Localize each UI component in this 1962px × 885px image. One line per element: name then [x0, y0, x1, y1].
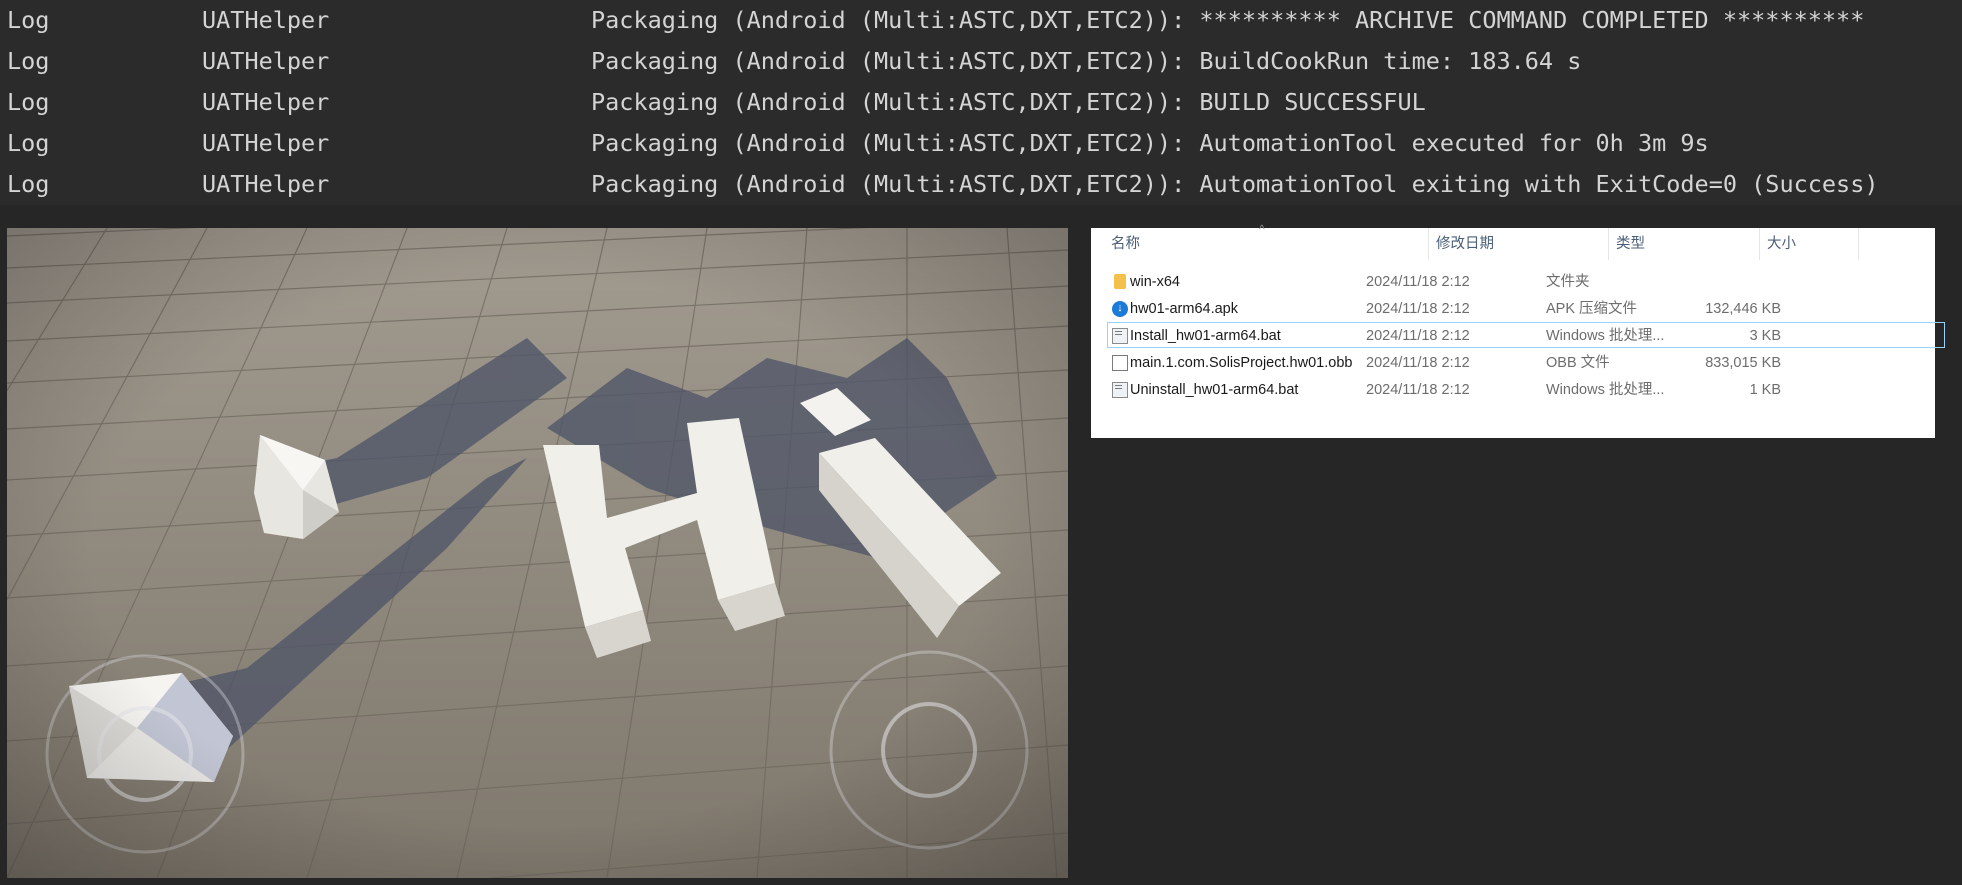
- log-message: Packaging (Android (Multi:ASTC,DXT,ETC2)…: [591, 88, 1426, 116]
- file-modified: 2024/11/18 2:12: [1366, 328, 1470, 344]
- file-size: 833,015 KB: [1705, 355, 1781, 371]
- log-row[interactable]: Log UATHelper Packaging (Android (Multi:…: [0, 41, 1962, 82]
- file-name: main.1.com.SolisProject.hw01.obb: [1130, 355, 1353, 371]
- column-modified[interactable]: 修改日期: [1436, 228, 1494, 260]
- log-message: Packaging (Android (Multi:ASTC,DXT,ETC2)…: [591, 170, 1879, 198]
- file-name: win-x64: [1130, 274, 1180, 290]
- log-message: Packaging (Android (Multi:ASTC,DXT,ETC2)…: [591, 47, 1582, 75]
- file-modified: 2024/11/18 2:12: [1366, 301, 1470, 317]
- file-size: 3 KB: [1749, 328, 1781, 344]
- apk-icon: ↓: [1112, 301, 1128, 317]
- scene-render: [7, 228, 1068, 878]
- log-row[interactable]: Log UATHelper Packaging (Android (Multi:…: [0, 82, 1962, 123]
- log-row[interactable]: Log UATHelper Packaging (Android (Multi:…: [0, 0, 1962, 41]
- column-type[interactable]: 类型: [1616, 228, 1645, 260]
- file-size: 132,446 KB: [1705, 301, 1781, 317]
- log-verbosity: Log: [7, 170, 50, 198]
- log-verbosity: Log: [7, 88, 50, 116]
- log-row[interactable]: Log UATHelper Packaging (Android (Multi:…: [0, 123, 1962, 164]
- log-category: UATHelper: [202, 47, 330, 75]
- file-row[interactable]: Install_hw01-arm64.bat 2024/11/18 2:12 W…: [1107, 322, 1945, 348]
- log-message: Packaging (Android (Multi:ASTC,DXT,ETC2)…: [591, 129, 1709, 157]
- file-row[interactable]: ↓ hw01-arm64.apk 2024/11/18 2:12 APK 压缩文…: [1107, 295, 1945, 321]
- column-divider[interactable]: [1428, 228, 1429, 260]
- log-message: Packaging (Android (Multi:ASTC,DXT,ETC2)…: [591, 6, 1865, 34]
- column-divider[interactable]: [1858, 228, 1859, 260]
- output-log: Log UATHelper Packaging (Android (Multi:…: [0, 0, 1962, 205]
- column-divider[interactable]: [1759, 228, 1760, 260]
- batch-file-icon: [1112, 382, 1128, 398]
- file-explorer: 名称 ^ 修改日期 类型 大小 win-x64 2024/11/18 2:12 …: [1091, 222, 1945, 438]
- column-size[interactable]: 大小: [1767, 228, 1796, 260]
- file-name: Install_hw01-arm64.bat: [1130, 328, 1281, 344]
- log-category: UATHelper: [202, 129, 330, 157]
- file-modified: 2024/11/18 2:12: [1366, 274, 1470, 290]
- file-size: 1 KB: [1749, 382, 1781, 398]
- column-name[interactable]: 名称: [1111, 228, 1140, 260]
- column-header: 名称 ^ 修改日期 类型 大小: [1091, 222, 1935, 260]
- log-category: UATHelper: [202, 6, 330, 34]
- log-verbosity: Log: [7, 129, 50, 157]
- file-type: 文件夹: [1546, 274, 1590, 290]
- file-row[interactable]: Uninstall_hw01-arm64.bat 2024/11/18 2:12…: [1107, 376, 1945, 402]
- game-viewport[interactable]: [7, 228, 1068, 878]
- file-type: OBB 文件: [1546, 355, 1610, 371]
- file-type: APK 压缩文件: [1546, 301, 1638, 317]
- file-row[interactable]: win-x64 2024/11/18 2:12 文件夹: [1107, 268, 1945, 294]
- column-divider[interactable]: [1608, 228, 1609, 260]
- file-row[interactable]: main.1.com.SolisProject.hw01.obb 2024/11…: [1107, 349, 1945, 375]
- log-verbosity: Log: [7, 6, 50, 34]
- log-row[interactable]: Log UATHelper Packaging (Android (Multi:…: [0, 164, 1962, 205]
- file-name: Uninstall_hw01-arm64.bat: [1130, 382, 1299, 398]
- sort-up-icon: ^: [1259, 222, 1265, 236]
- file-icon: [1112, 355, 1128, 371]
- log-category: UATHelper: [202, 88, 330, 116]
- folder-icon: [1114, 274, 1126, 289]
- log-category: UATHelper: [202, 170, 330, 198]
- file-modified: 2024/11/18 2:12: [1366, 355, 1470, 371]
- batch-file-icon: [1112, 328, 1128, 344]
- file-name: hw01-arm64.apk: [1130, 301, 1238, 317]
- file-modified: 2024/11/18 2:12: [1366, 382, 1470, 398]
- log-verbosity: Log: [7, 47, 50, 75]
